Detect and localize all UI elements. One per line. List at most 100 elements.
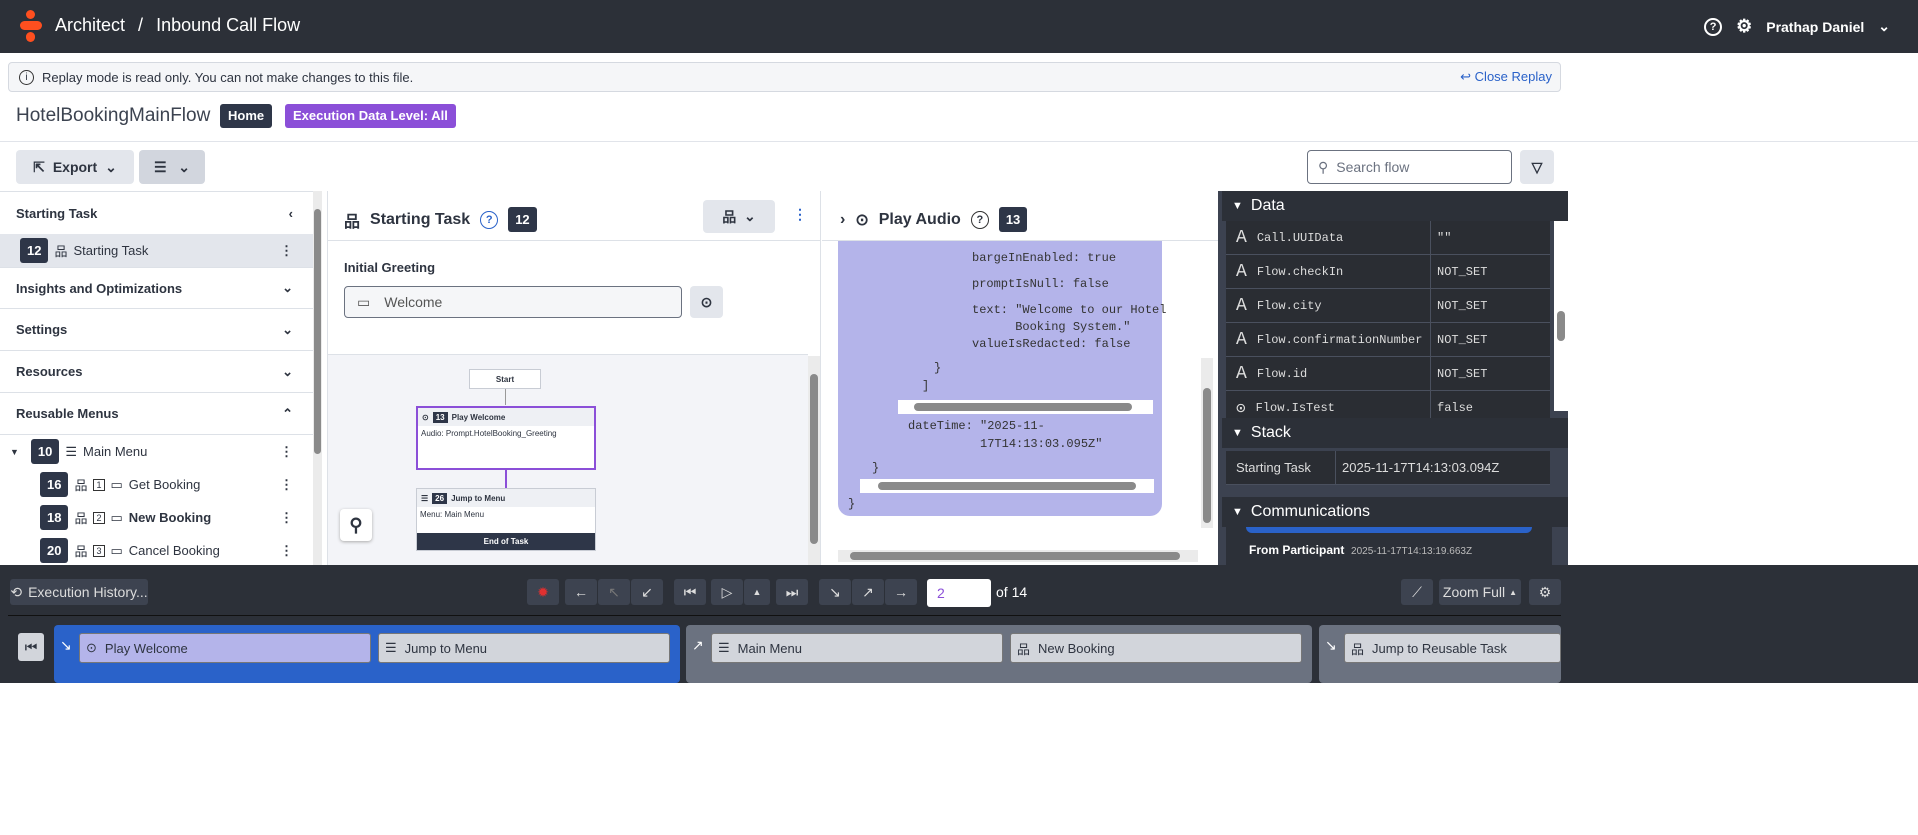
section-label: Settings <box>16 322 68 337</box>
variable-value: NOT_SET <box>1437 298 1488 313</box>
step-out-button[interactable]: ↗ <box>852 579 884 605</box>
step-number-input[interactable]: 2 <box>927 579 991 607</box>
json-vscrollbar[interactable] <box>1201 358 1213 528</box>
gear-icon[interactable]: ⚙ <box>1736 16 1752 37</box>
nav-section-settings[interactable]: Settings ⌄ <box>0 309 313 351</box>
nav-section-resources[interactable]: Resources ⌄ <box>0 351 313 393</box>
timeline-group: ↘ ⊙ Play Welcome ☰ Jump to Menu <box>54 625 680 683</box>
search-input[interactable]: ⚲ Search flow <box>1307 150 1512 184</box>
caret-down-icon[interactable]: ▼ <box>10 447 19 457</box>
chevron-right-icon[interactable]: › <box>840 211 845 229</box>
nav-scrollbar[interactable] <box>313 191 322 565</box>
communications-panel-header[interactable]: ▼ Communications <box>1222 497 1568 527</box>
user-menu[interactable]: Prathap Daniel <box>1766 19 1864 35</box>
step-forward-button[interactable]: → <box>885 579 917 605</box>
data-scrollbar[interactable] <box>1554 221 1568 411</box>
canvas-search-button[interactable]: ⚲ <box>340 509 372 541</box>
task-editor-panel: 品 Starting Task? 12 品 ⌄ ⋮ Initial Greeting… <box>327 191 821 566</box>
stack-panel-header[interactable]: ▼ Stack <box>1222 418 1568 448</box>
step-into-button[interactable]: ↘ <box>819 579 851 605</box>
nav-item-new-booking[interactable]: 18 品 2 ▭ New Booking ⋮ <box>0 501 313 534</box>
flow-canvas[interactable]: Start ⊙ 13 Play Welcome Audio: Prompt.Hote… <box>328 354 808 566</box>
nav-item-get-booking[interactable]: 16 品 1 ▭ Get Booking ⋮ <box>0 468 313 501</box>
go-first-button[interactable]: ⏮ <box>674 579 706 605</box>
chevron-down-icon[interactable]: ⌄ <box>1878 18 1890 35</box>
export-label: Export <box>52 159 98 175</box>
timeline-step[interactable]: 品 Jump to Reusable Task <box>1344 633 1561 663</box>
timeline-group: ↗ ☰ Main Menu 品 New Booking <box>686 625 1312 683</box>
timeline-step[interactable]: ☰ Main Menu <box>711 633 1003 663</box>
timeline-step[interactable]: ⊙ Play Welcome <box>79 633 371 663</box>
json-line: dateTime: "2025-11- <box>908 419 1045 433</box>
task-number: 18 <box>40 505 69 530</box>
return-icon: ↩ <box>1460 69 1472 84</box>
speed-button[interactable]: ▲ <box>744 579 770 605</box>
timeline-step[interactable]: ☰ Jump to Menu <box>378 633 670 663</box>
more-icon[interactable]: ⋮ <box>280 543 293 559</box>
nav-section-insights[interactable]: Insights and Optimizations ⌄ <box>0 267 313 309</box>
step-into-back-button[interactable]: ↙ <box>631 579 663 605</box>
json-hscrollbar[interactable] <box>898 400 1153 414</box>
help-icon[interactable]: ? <box>480 210 499 229</box>
stack-task[interactable]: Starting Task <box>1226 451 1336 484</box>
json-hscrollbar[interactable] <box>860 479 1154 493</box>
item-label: New Booking <box>128 510 212 525</box>
settings-button[interactable]: ⚙ <box>1529 579 1561 605</box>
export-button[interactable]: ⇱ Export ⌄ <box>16 150 134 184</box>
nav-item-cancel-booking[interactable]: 20 品 3 ▭ Cancel Booking ⋮ <box>0 534 313 567</box>
panel-title: Stack <box>1250 424 1291 441</box>
hierarchy-icon: 品 <box>722 208 737 225</box>
more-icon[interactable]: ⋮ <box>280 477 293 493</box>
layout-dropdown[interactable]: 品 ⌄ <box>703 200 775 233</box>
chevron-down-icon: ⌄ <box>282 363 293 379</box>
banner-message: Replay mode is read only. You can not ma… <box>42 69 414 85</box>
hierarchy-icon: 品 <box>74 478 88 493</box>
go-last-button[interactable]: ⏭ <box>776 579 808 605</box>
breadcrumb-app[interactable]: Architect <box>55 15 125 35</box>
dtmf-key: 1 <box>93 478 105 491</box>
timeline-start-button[interactable]: ⏮ <box>18 633 44 661</box>
step-label: Play Welcome <box>104 640 188 656</box>
more-icon[interactable]: ⋮ <box>280 243 293 259</box>
step-back-button[interactable]: ← <box>565 579 597 605</box>
view-toggle-button[interactable]: ☰ ⌄ <box>139 150 205 184</box>
play-button[interactable]: ▷ <box>711 579 743 605</box>
hierarchy-icon: 品 <box>1351 641 1365 657</box>
step-out-back-button[interactable]: ↖ <box>598 579 630 605</box>
input-value: Welcome <box>384 294 443 310</box>
nav-item-main-menu[interactable]: ▼ 10 ☰ Main Menu ⋮ <box>0 435 313 468</box>
nav-section-starting-task[interactable]: Starting Task ‹ <box>0 192 313 234</box>
help-icon[interactable]: ? <box>970 210 989 229</box>
play-welcome-node[interactable]: ⊙ 13 Play Welcome Audio: Prompt.HotelBooki… <box>416 406 596 470</box>
help-icon[interactable]: ? <box>1704 17 1723 36</box>
zoom-dropdown[interactable]: Zoom Full ▲ <box>1439 579 1521 605</box>
start-node[interactable]: Start <box>469 369 541 389</box>
chart-button[interactable]: ⟋ <box>1401 579 1433 605</box>
debug-side-panel: ▼ Data A Call.UUIData "" A Flow.checkIn NOT_S… <box>1218 191 1568 565</box>
debug-button[interactable]: ✹ <box>527 579 559 605</box>
play-circle-icon: ⊙ <box>86 640 97 655</box>
more-icon[interactable]: ⋮ <box>793 206 807 223</box>
execution-level-badge[interactable]: Execution Data Level: All <box>285 104 456 128</box>
execution-history-button[interactable]: ⟲ Execution History... <box>10 579 148 605</box>
task-number: 12 <box>20 238 49 263</box>
more-icon[interactable]: ⋮ <box>280 510 293 526</box>
timeline-step[interactable]: 品 New Booking <box>1010 633 1302 663</box>
canvas-scrollbar[interactable] <box>808 356 820 565</box>
close-replay-button[interactable]: ↩ Close Replay <box>1460 69 1552 85</box>
play-preview-button[interactable]: ⊙ <box>690 286 723 318</box>
nav-item-starting-task[interactable]: 12 品 Starting Task ⋮ <box>0 234 313 267</box>
more-icon[interactable]: ⋮ <box>280 444 293 460</box>
chevron-left-icon[interactable]: ‹ <box>289 206 293 221</box>
nav-section-reusable-menus[interactable]: Reusable Menus ⌃ <box>0 393 313 435</box>
chevron-down-icon: ⌄ <box>282 321 293 337</box>
string-type-icon: A <box>1236 363 1247 384</box>
filter-button[interactable]: ▽ <box>1520 150 1554 184</box>
audio-prompt-input[interactable]: ▭ Welcome <box>344 286 682 318</box>
panel-hscrollbar[interactable] <box>838 550 1198 562</box>
data-panel-header[interactable]: ▼ Data <box>1222 191 1568 221</box>
arrow-left-icon: ← <box>574 584 588 600</box>
jump-to-menu-node[interactable]: ☰ 26 Jump to Menu Menu: Main Menu End of T… <box>416 488 596 551</box>
home-badge[interactable]: Home <box>220 104 273 128</box>
history-icon: ⟲ <box>10 583 23 600</box>
